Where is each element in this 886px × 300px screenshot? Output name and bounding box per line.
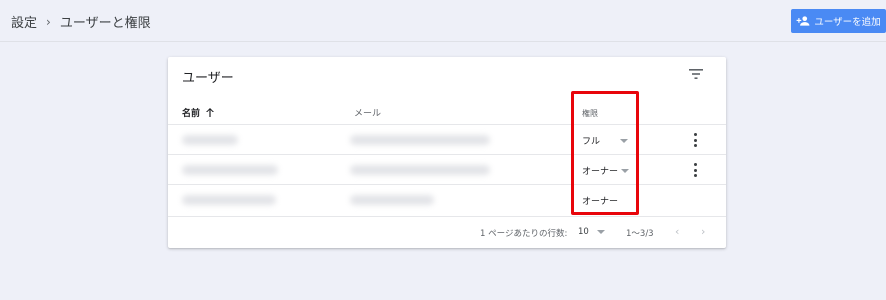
more-vert-icon[interactable] (692, 163, 698, 177)
table-row: フル (168, 124, 726, 154)
person-add-icon (796, 16, 810, 26)
users-card: ユーザー 名前 メール 権限 フル オーナー オーナー 1 ページあたりの行数:… (168, 57, 726, 248)
column-header-mail: メール (354, 109, 382, 119)
blurred-name (182, 165, 278, 175)
more-vert-icon[interactable] (692, 133, 698, 147)
chevron-left-icon[interactable]: ‹ (675, 225, 679, 238)
arrow-up-icon (206, 108, 215, 117)
blurred-mail (350, 195, 434, 205)
top-bar: 設定 › ユーザーと権限 ユーザーを追加 (0, 0, 886, 42)
blurred-name (182, 135, 238, 145)
breadcrumb-settings[interactable]: 設定 (11, 12, 37, 31)
blurred-mail (350, 165, 490, 175)
card-title: ユーザー (182, 71, 234, 86)
rows-per-page-select[interactable]: 10 (578, 227, 605, 237)
add-user-button[interactable]: ユーザーを追加 (791, 9, 886, 33)
table-row: オーナー (168, 184, 726, 214)
filter-icon[interactable] (689, 68, 703, 80)
breadcrumb-separator: › (46, 14, 51, 29)
rows-per-page-value: 10 (578, 227, 589, 237)
blurred-name (182, 195, 276, 205)
breadcrumb: 設定 › ユーザーと権限 (11, 12, 151, 32)
page-range: 1〜3/3 (626, 229, 654, 239)
chevron-right-icon[interactable]: › (701, 225, 705, 238)
permission-highlight-box (571, 91, 639, 215)
table-row: オーナー (168, 154, 726, 184)
add-user-label: ユーザーを追加 (814, 17, 881, 28)
page-title: ユーザーと権限 (59, 16, 151, 31)
pagination: 1 ページあたりの行数: 10 1〜3/3 ‹ › (168, 216, 726, 248)
rows-per-page-label: 1 ページあたりの行数: (480, 229, 568, 239)
column-name-label: 名前 (182, 109, 201, 119)
column-header-name[interactable]: 名前 (182, 106, 215, 119)
blurred-mail (350, 135, 490, 145)
caret-down-icon (596, 230, 605, 234)
